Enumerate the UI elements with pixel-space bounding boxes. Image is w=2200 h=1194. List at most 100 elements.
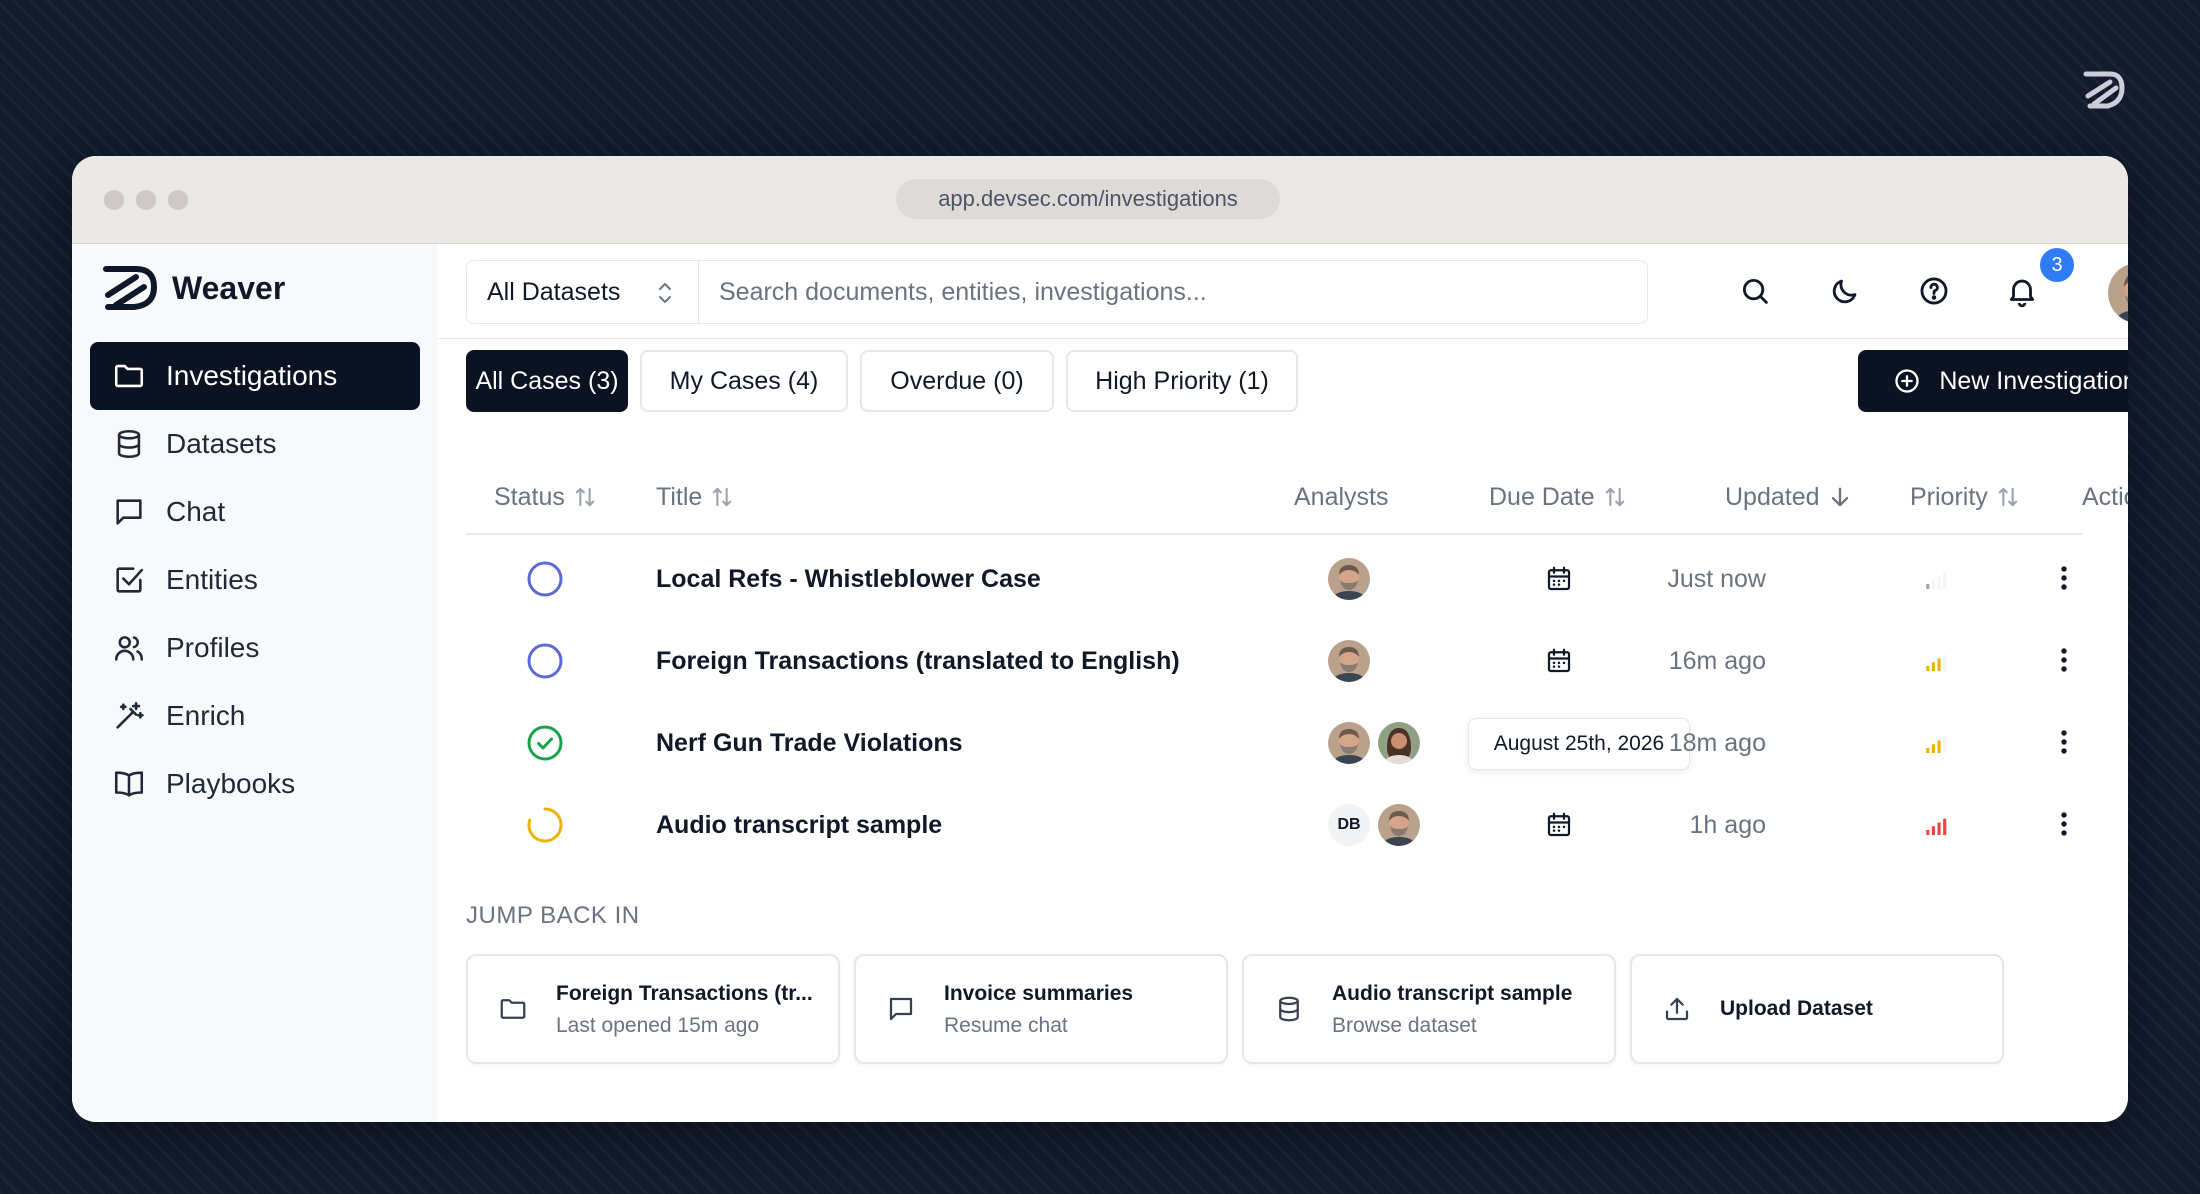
table-row[interactable]: Local Refs - Whistleblower Case Just now [466, 538, 2082, 620]
check-square-icon [116, 567, 144, 593]
sidebar-item-enrich[interactable]: Enrich [90, 682, 420, 750]
table-row[interactable]: Foreign Transactions (translated to Engl… [466, 620, 2082, 702]
tab-all-cases[interactable]: All Cases (3) [466, 350, 628, 412]
table-row[interactable]: Nerf Gun Trade Violations August 25th, 2… [466, 702, 2082, 784]
dark-mode-icon[interactable] [1828, 274, 1862, 308]
sidebar-item-playbooks[interactable]: Playbooks [90, 750, 420, 818]
calendar-icon[interactable] [1544, 564, 1574, 594]
calendar-icon[interactable] [1544, 646, 1574, 676]
users-icon [114, 636, 144, 661]
analyst-avatar[interactable] [1328, 558, 1370, 600]
analyst-initials-avatar[interactable]: DB [1328, 804, 1370, 846]
new-investigation-label: New Investigation [1939, 366, 2128, 395]
dataset-select[interactable]: All Datasets [467, 261, 699, 323]
card-subtitle: Resume chat [944, 1014, 1068, 1037]
chevron-up-down-icon [659, 283, 671, 303]
sidebar-item-chat[interactable]: Chat [90, 478, 420, 546]
row-updated: Just now [1667, 565, 1766, 593]
help-icon[interactable] [1917, 274, 1951, 308]
chat-icon [889, 997, 913, 1021]
column-header-priority[interactable]: Priority [1910, 480, 2022, 514]
sort-icon [1998, 487, 2018, 507]
tab-overdue[interactable]: Overdue (0) [860, 350, 1054, 412]
jump-card-foreign-transactions[interactable]: Foreign Transactions (tr... Last opened … [466, 954, 840, 1064]
table-row[interactable]: Audio transcript sample DB 1h ago [466, 784, 2082, 866]
column-header-due-date[interactable]: Due Date [1489, 480, 1629, 514]
brand[interactable]: Weaver [102, 264, 285, 312]
app-window: app.devsec.com/investigations Weaver Inv… [72, 156, 2128, 1122]
weaver-logo-icon [103, 266, 158, 310]
analyst-avatar[interactable] [1328, 640, 1370, 682]
more-actions-icon[interactable] [2046, 642, 2082, 678]
sidebar-item-label: Datasets [166, 428, 277, 459]
dataset-select-value: All Datasets [487, 277, 621, 306]
analyst-avatar[interactable] [1378, 722, 1420, 764]
row-title[interactable]: Nerf Gun Trade Violations [656, 702, 963, 784]
analyst-avatar[interactable] [1378, 804, 1420, 846]
tab-high-priority[interactable]: High Priority (1) [1066, 350, 1298, 412]
sidebar-item-entities[interactable]: Entities [90, 546, 420, 614]
column-header-label: Due Date [1489, 482, 1595, 511]
chat-icon [116, 499, 142, 525]
due-date-pill[interactable]: August 25th, 2026 [1468, 718, 1690, 770]
jump-card-upload-dataset[interactable]: Upload Dataset [1630, 954, 2004, 1064]
row-title[interactable]: Local Refs - Whistleblower Case [656, 538, 1041, 620]
sidebar-item-datasets[interactable]: Datasets [90, 410, 420, 478]
search-input[interactable] [699, 261, 1647, 323]
sort-icon [1605, 487, 1624, 507]
url-bar[interactable]: app.devsec.com/investigations [896, 179, 1280, 219]
status-complete-icon [527, 725, 563, 761]
search-group: All Datasets [466, 260, 1648, 324]
browser-titlebar: app.devsec.com/investigations [72, 156, 2128, 244]
column-header-updated[interactable]: Updated [1725, 480, 1854, 514]
user-avatar[interactable] [2108, 263, 2128, 323]
more-actions-icon[interactable] [2046, 724, 2082, 760]
tab-my-cases[interactable]: My Cases (4) [640, 350, 848, 412]
analyst-avatar[interactable] [1328, 722, 1370, 764]
arrow-down-icon [1831, 487, 1848, 507]
row-title[interactable]: Audio transcript sample [656, 784, 942, 866]
priority-low-icon [1926, 572, 1947, 589]
jump-card-audio-transcript[interactable]: Audio transcript sample Browse dataset [1242, 954, 1616, 1064]
window-minimize-dot[interactable] [136, 190, 156, 210]
more-actions-icon[interactable] [2046, 806, 2082, 842]
calendar-icon[interactable] [1544, 810, 1574, 840]
column-header-status[interactable]: Status [494, 480, 599, 514]
row-title[interactable]: Foreign Transactions (translated to Engl… [656, 620, 1180, 702]
plus-circle-icon [1895, 369, 1919, 393]
row-updated: 16m ago [1668, 647, 1766, 675]
status-open-icon [527, 643, 563, 679]
column-header-label: Analysts [1294, 482, 1389, 511]
database-icon [1279, 996, 1299, 1022]
card-title: Invoice summaries [944, 982, 1134, 1005]
jump-back-title: JUMP BACK IN [466, 902, 640, 929]
sidebar-item-profiles[interactable]: Profiles [90, 614, 420, 682]
more-actions-icon[interactable] [2046, 560, 2082, 596]
card-title: Audio transcript sample [1332, 982, 1573, 1005]
window-close-dot[interactable] [104, 190, 124, 210]
window-maximize-dot[interactable] [168, 190, 188, 210]
sort-icon [575, 487, 595, 507]
column-header-label: Actions [2082, 482, 2128, 511]
search-icon[interactable] [1738, 274, 1772, 308]
main-content: All Datasets 3 All Cases (3) My Cases (4… [438, 244, 2128, 1122]
sidebar-item-investigations[interactable]: Investigations [90, 342, 420, 410]
row-updated: 1h ago [1689, 811, 1766, 839]
jump-card-invoice-summaries[interactable]: Invoice summaries Resume chat [854, 954, 1228, 1064]
new-investigation-button[interactable]: New Investigation [1858, 350, 2128, 412]
priority-medium-icon [1926, 654, 1947, 671]
notification-badge: 3 [2040, 248, 2074, 282]
priority-medium-icon [1926, 736, 1947, 753]
bell-icon[interactable] [2005, 274, 2039, 308]
sidebar: Weaver Investigations Datasets Chat Enti… [72, 244, 438, 1122]
priority-high-icon [1926, 818, 1947, 835]
column-header-title[interactable]: Title [656, 480, 736, 514]
card-subtitle: Browse dataset [1332, 1014, 1477, 1037]
corner-logo-icon [2083, 71, 2125, 109]
sidebar-item-label: Investigations [166, 360, 338, 391]
sidebar-item-label: Chat [166, 496, 226, 527]
column-header-label: Status [494, 482, 565, 511]
status-open-icon [527, 561, 563, 597]
row-updated: 18m ago [1668, 729, 1766, 757]
database-icon [117, 429, 141, 459]
